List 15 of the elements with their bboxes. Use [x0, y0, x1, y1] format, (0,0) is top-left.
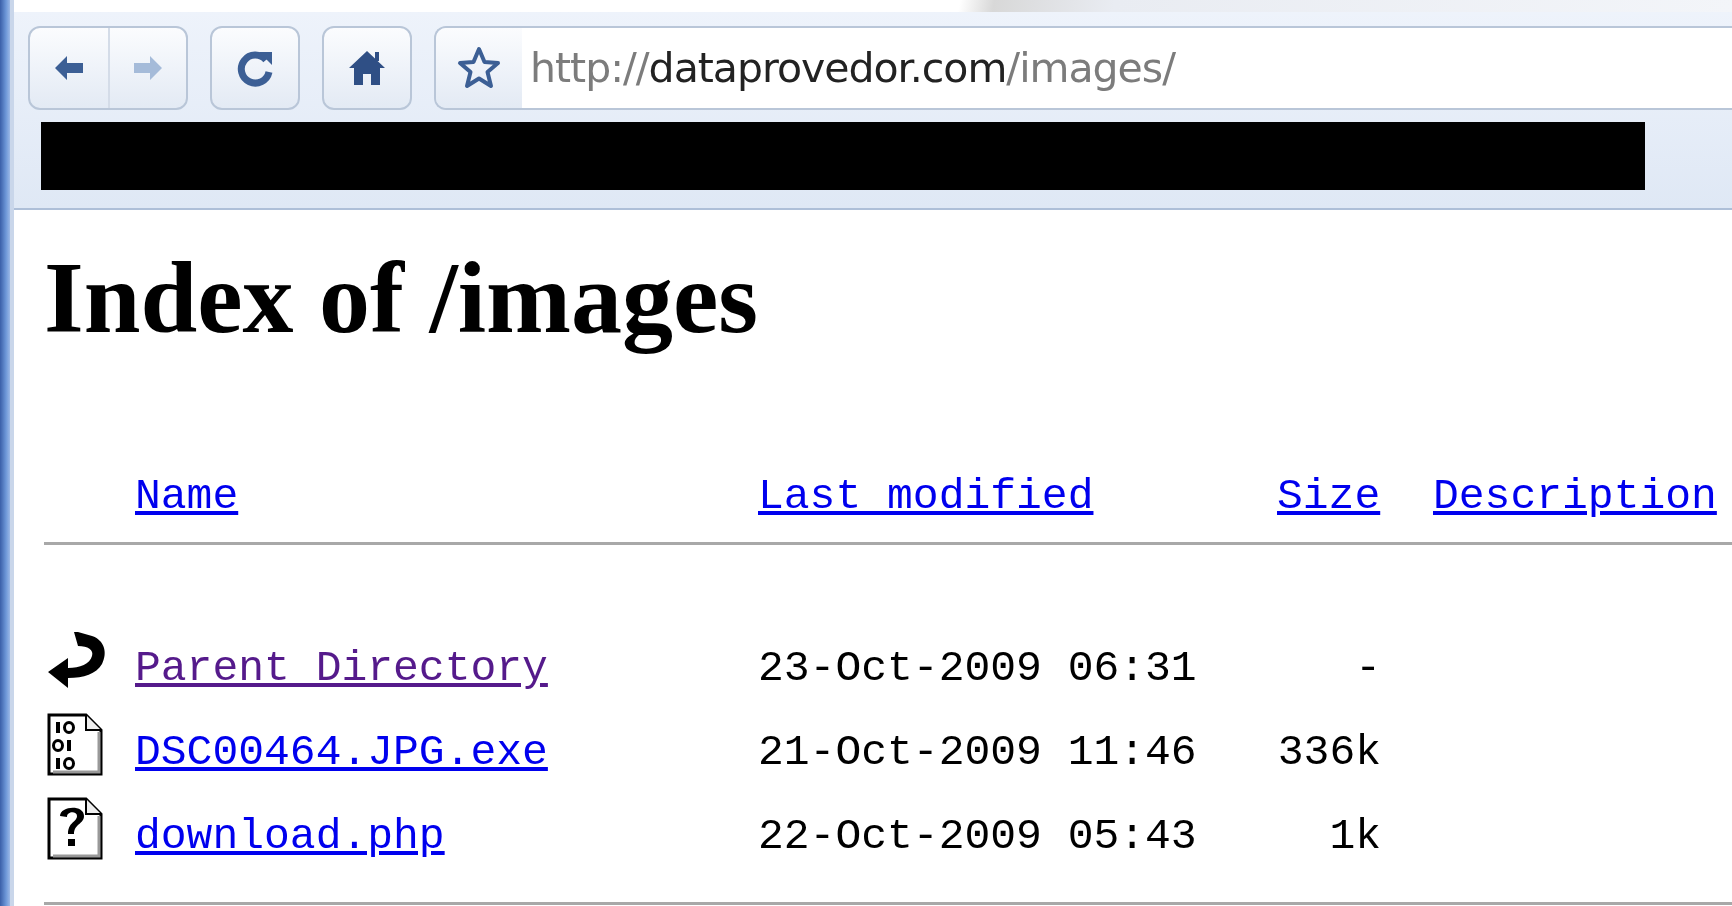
home-icon — [347, 48, 387, 88]
file-size: 336k — [1277, 727, 1381, 778]
file-size: 1k — [1329, 811, 1381, 862]
page-heading: Index of /images — [44, 240, 759, 356]
file-size: - — [1355, 643, 1381, 694]
column-header-link[interactable]: Name — [135, 471, 239, 522]
file-link[interactable]: download.php — [135, 811, 445, 862]
column-header-link[interactable]: Description — [1433, 471, 1717, 522]
modified-date: 22-Oct-2009 05:43 — [758, 811, 1197, 862]
column-header-link[interactable]: Last modified — [758, 471, 1094, 522]
modified-date: 23-Oct-2009 06:31 — [758, 643, 1197, 694]
modified-date: 21-Oct-2009 11:46 — [758, 727, 1197, 778]
file-link[interactable]: DSC00464.JPG.exe — [135, 727, 548, 778]
file-link[interactable]: Parent Directory — [135, 643, 548, 694]
column-header-link[interactable]: Size — [1277, 471, 1381, 522]
